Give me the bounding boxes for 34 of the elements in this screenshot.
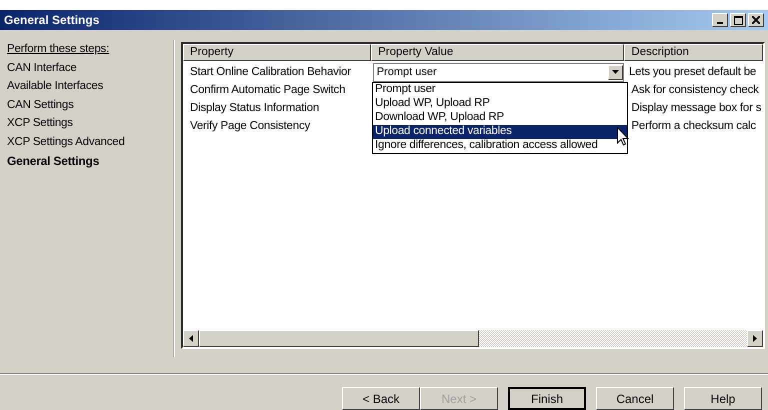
description-cell-text: Perform a checksum calc bbox=[630, 120, 757, 132]
property-cell-text: Verify Page Consistency bbox=[189, 120, 312, 132]
maximize-icon bbox=[734, 16, 742, 24]
minimize-button[interactable] bbox=[712, 13, 728, 27]
close-icon bbox=[752, 16, 760, 24]
wizard-button[interactable]: Help bbox=[684, 387, 762, 410]
property-cell-text: Display Status Information bbox=[189, 102, 320, 114]
column-header[interactable]: Description bbox=[624, 44, 763, 61]
description-cell-text: Ask for consistency check bbox=[630, 84, 760, 96]
maximize-button[interactable] bbox=[730, 13, 746, 27]
description-cell-text: Display message box for s bbox=[630, 102, 762, 114]
horizontal-scrollbar[interactable] bbox=[183, 330, 763, 347]
column-header[interactable]: Property bbox=[183, 44, 372, 61]
step-item[interactable]: CAN Interface bbox=[7, 58, 173, 78]
description-cell-text: Lets you preset default be bbox=[628, 66, 758, 78]
value-dropdown[interactable]: Prompt user bbox=[372, 62, 624, 82]
wizard-button[interactable]: Cancel bbox=[596, 387, 674, 410]
close-button[interactable] bbox=[748, 13, 764, 27]
wizard-button[interactable]: < Back bbox=[342, 387, 420, 410]
dropdown-option[interactable]: Upload connected variables bbox=[373, 125, 627, 139]
steps-heading: Perform these steps: bbox=[7, 42, 110, 57]
step-item[interactable]: XCP Settings Advanced bbox=[7, 132, 173, 152]
step-item[interactable]: General Settings bbox=[7, 152, 173, 170]
step-item[interactable]: CAN Settings bbox=[7, 96, 173, 114]
step-item[interactable]: Available Interfaces bbox=[7, 77, 173, 96]
property-cell-text: Confirm Automatic Page Switch bbox=[189, 84, 346, 96]
column-header[interactable]: Property Value bbox=[371, 44, 624, 61]
window-title: General Settings bbox=[4, 13, 100, 27]
scroll-right-icon[interactable] bbox=[747, 330, 763, 347]
wizard-button[interactable]: Finish bbox=[508, 387, 586, 410]
property-cell-text: Start Online Calibration Behavior bbox=[189, 66, 352, 78]
scroll-left-icon[interactable] bbox=[183, 330, 199, 347]
scroll-thumb[interactable] bbox=[199, 330, 479, 347]
step-item[interactable]: XCP Settings bbox=[7, 114, 173, 133]
